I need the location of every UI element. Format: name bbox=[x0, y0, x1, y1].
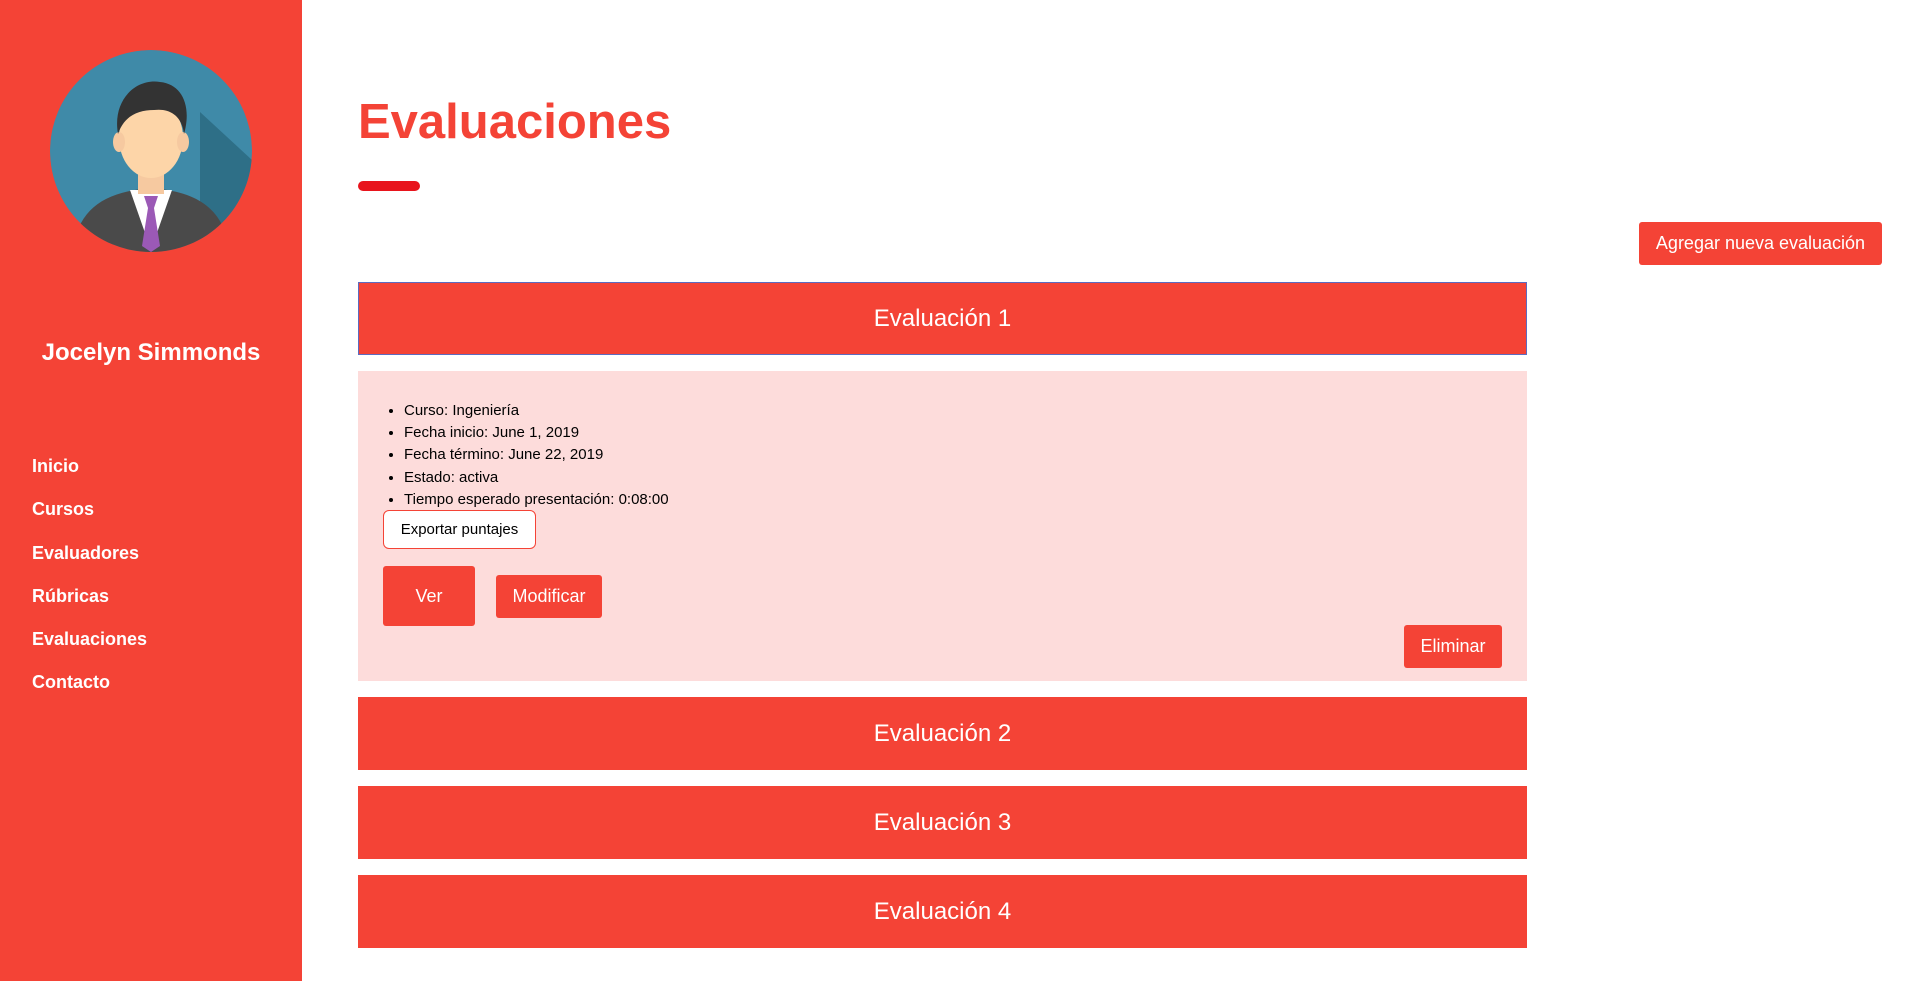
sidebar-item-contacto[interactable]: Contacto bbox=[32, 671, 147, 714]
detail-status: Estado: activa bbox=[404, 467, 669, 489]
detail-end-date: Fecha término: June 22, 2019 bbox=[404, 444, 669, 466]
evaluation-details-list: Curso: Ingeniería Fecha inicio: June 1, … bbox=[404, 400, 669, 511]
evaluation-3-header[interactable]: Evaluación 3 bbox=[358, 786, 1527, 859]
sidebar-item-evaluaciones[interactable]: Evaluaciones bbox=[32, 628, 147, 671]
user-avatar-icon bbox=[50, 50, 252, 252]
add-evaluation-button[interactable]: Agregar nueva evaluación bbox=[1639, 222, 1882, 265]
title-underline bbox=[358, 181, 420, 191]
sidebar-item-cursos[interactable]: Cursos bbox=[32, 498, 147, 541]
user-name: Jocelyn Simmonds bbox=[41, 339, 261, 366]
sidebar-nav: Inicio Cursos Evaluadores Rúbricas Evalu… bbox=[32, 455, 147, 715]
detail-expected-time: Tiempo esperado presentación: 0:08:00 bbox=[404, 489, 669, 511]
sidebar-item-evaluadores[interactable]: Evaluadores bbox=[32, 542, 147, 585]
view-button[interactable]: Ver bbox=[383, 566, 475, 626]
page-title: Evaluaciones bbox=[358, 95, 672, 149]
evaluation-1-header[interactable]: Evaluación 1 bbox=[358, 282, 1527, 355]
detail-start-date: Fecha inicio: June 1, 2019 bbox=[404, 422, 669, 444]
sidebar-item-rubricas[interactable]: Rúbricas bbox=[32, 585, 147, 628]
export-scores-button[interactable]: Exportar puntajes bbox=[383, 510, 536, 549]
evaluation-1-panel: Curso: Ingeniería Fecha inicio: June 1, … bbox=[358, 371, 1527, 681]
evaluation-4-header[interactable]: Evaluación 4 bbox=[358, 875, 1527, 948]
sidebar-item-inicio[interactable]: Inicio bbox=[32, 455, 147, 498]
avatar bbox=[50, 50, 252, 252]
detail-course: Curso: Ingeniería bbox=[404, 400, 669, 422]
sidebar: Jocelyn Simmonds Inicio Cursos Evaluador… bbox=[0, 0, 302, 981]
evaluation-2-header[interactable]: Evaluación 2 bbox=[358, 697, 1527, 770]
delete-button[interactable]: Eliminar bbox=[1404, 625, 1502, 668]
modify-button[interactable]: Modificar bbox=[496, 575, 602, 618]
